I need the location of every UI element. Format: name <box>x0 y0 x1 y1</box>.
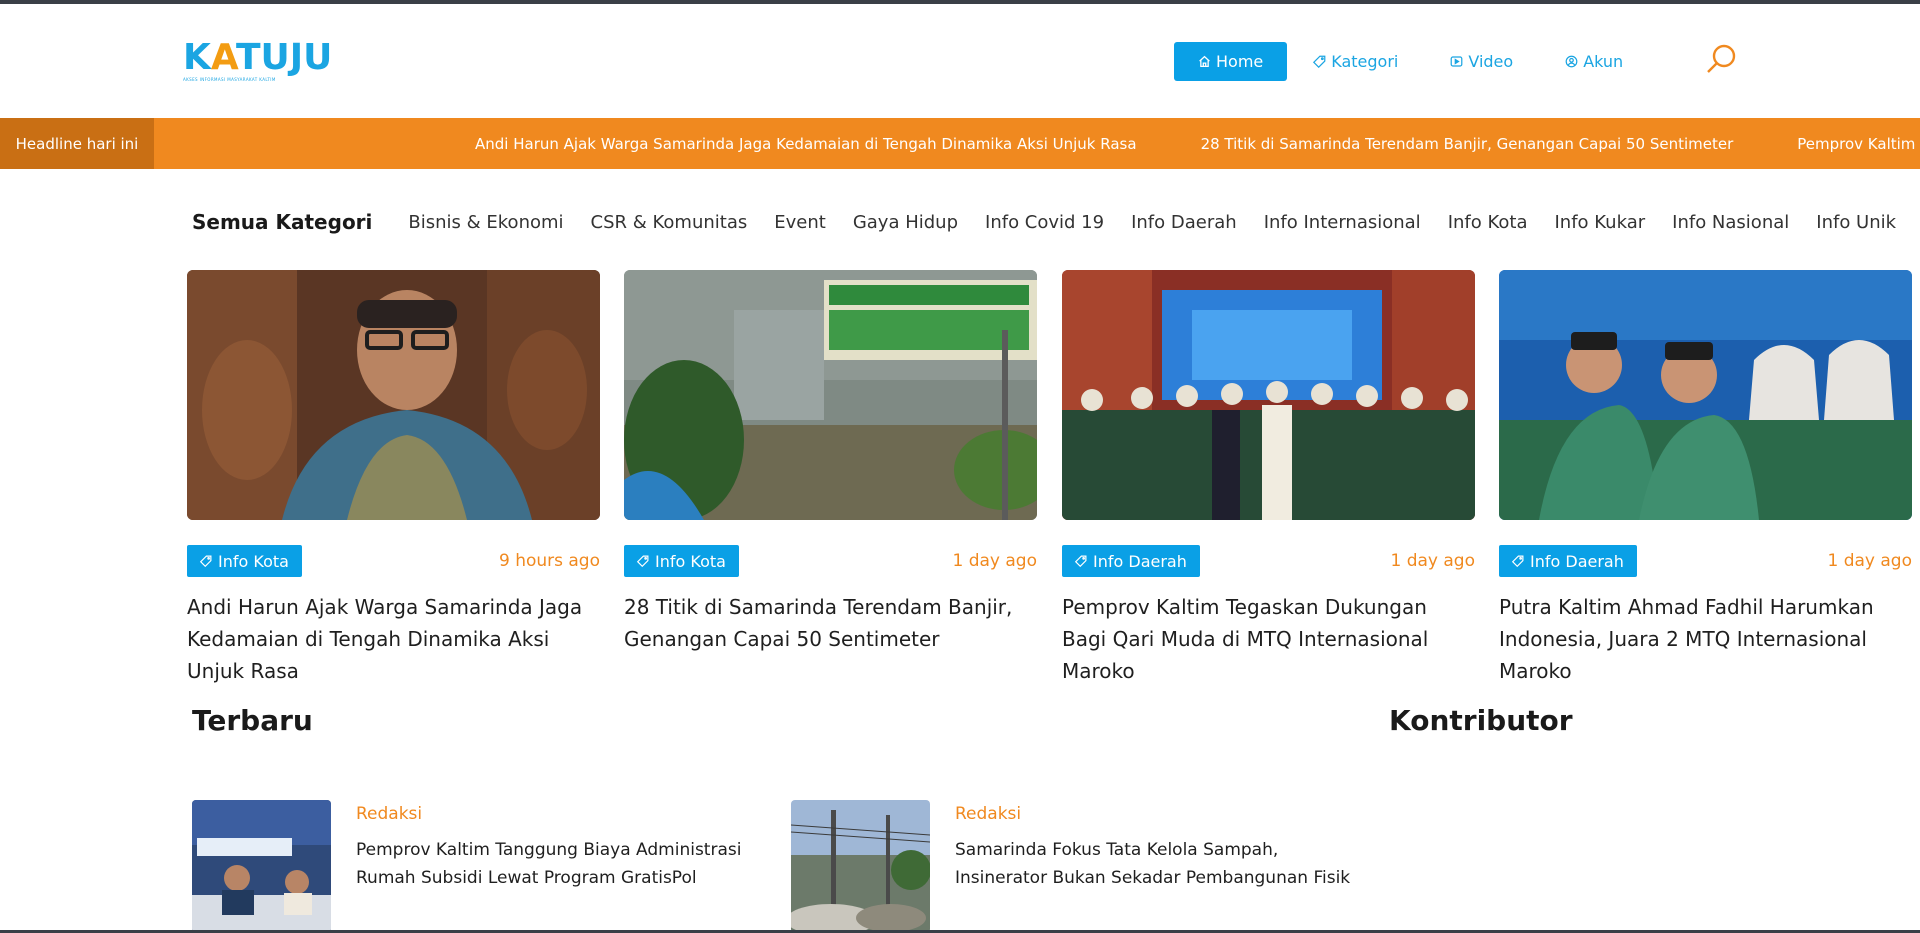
category-bar: Semua Kategori Bisnis & Ekonomi CSR & Ko… <box>192 208 1920 236</box>
card-time: 1 day ago <box>1390 551 1475 571</box>
category-item[interactable]: Gaya Hidup <box>853 212 958 233</box>
ticker-label: Headline hari ini <box>0 118 154 169</box>
card-time: 1 day ago <box>952 551 1037 571</box>
nav-home-label: Home <box>1216 52 1264 71</box>
card-meta: Info Kota 9 hours ago <box>187 545 600 577</box>
card-title[interactable]: 28 Titik di Samarinda Terendam Banjir, G… <box>624 591 1037 655</box>
top-border <box>0 0 1920 4</box>
ticker-item[interactable]: Pemprov Kaltim <box>1797 135 1915 153</box>
card-image[interactable] <box>624 270 1037 520</box>
tag-icon <box>1075 555 1087 567</box>
card-image[interactable] <box>1062 270 1475 520</box>
home-icon <box>1198 55 1211 68</box>
nav-video-label: Video <box>1468 52 1514 71</box>
featured-card[interactable]: Info Kota 9 hours ago Andi Harun Ajak Wa… <box>187 270 600 687</box>
video-icon <box>1450 55 1463 68</box>
tag-icon <box>1313 55 1326 68</box>
ticker-item[interactable]: 28 Titik di Samarinda Terendam Banjir, G… <box>1201 135 1734 153</box>
category-item[interactable]: Info Kukar <box>1554 212 1645 233</box>
search-button[interactable] <box>1706 44 1738 76</box>
category-item[interactable]: Event <box>774 212 826 233</box>
site-logo[interactable]: KATUJU AKSES INFORMASI MASYARAKAT KALTIM <box>183 37 333 83</box>
news-author[interactable]: Redaksi <box>955 804 1021 824</box>
category-badge[interactable]: Info Daerah <box>1062 545 1200 577</box>
badge-label: Info Daerah <box>1093 551 1187 571</box>
card-title[interactable]: Pemprov Kaltim Tegaskan Dukungan Bagi Qa… <box>1062 591 1475 687</box>
section-title-latest: Terbaru <box>192 704 313 737</box>
nav-video[interactable]: Video <box>1424 42 1539 81</box>
nav-akun-label: Akun <box>1583 52 1624 71</box>
main-nav: Home Kategori Video Akun <box>1174 42 1649 81</box>
badge-label: Info Kota <box>218 551 289 571</box>
card-image[interactable] <box>187 270 600 520</box>
badge-label: Info Kota <box>655 551 726 571</box>
headline-ticker: Andi Harun Ajak Warga Samarinda Jaga Ked… <box>0 118 1920 169</box>
latest-news-item[interactable]: Redaksi Pemprov Kaltim Tanggung Biaya Ad… <box>192 800 772 933</box>
tag-icon <box>1512 555 1524 567</box>
card-meta: Info Daerah 1 day ago <box>1499 545 1912 577</box>
featured-card[interactable]: Info Kota 1 day ago 28 Titik di Samarind… <box>624 270 1037 655</box>
card-title[interactable]: Putra Kaltim Ahmad Fadhil Harumkan Indon… <box>1499 591 1912 687</box>
tag-icon <box>200 555 212 567</box>
card-time: 1 day ago <box>1827 551 1912 571</box>
category-item[interactable]: Bisnis & Ekonomi <box>408 212 563 233</box>
category-badge[interactable]: Info Kota <box>624 545 739 577</box>
featured-card[interactable]: Info Daerah 1 day ago Pemprov Kaltim Teg… <box>1062 270 1475 687</box>
nav-home[interactable]: Home <box>1174 42 1288 81</box>
category-item[interactable]: Info Unik <box>1816 212 1896 233</box>
badge-label: Info Daerah <box>1530 551 1624 571</box>
user-icon <box>1565 55 1578 68</box>
logo-wordmark: KATUJU <box>183 37 333 78</box>
card-meta: Info Daerah 1 day ago <box>1062 545 1475 577</box>
category-item[interactable]: Info Kota <box>1448 212 1528 233</box>
ticker-item[interactable]: Andi Harun Ajak Warga Samarinda Jaga Ked… <box>475 135 1137 153</box>
card-image[interactable] <box>1499 270 1912 520</box>
card-meta: Info Kota 1 day ago <box>624 545 1037 577</box>
featured-card[interactable]: Info Daerah 1 day ago Putra Kaltim Ahmad… <box>1499 270 1912 687</box>
section-title-contributors: Kontributor <box>1389 704 1573 737</box>
news-title[interactable]: Pemprov Kaltim Tanggung Biaya Administra… <box>356 836 756 892</box>
category-item[interactable]: Info Internasional <box>1264 212 1421 233</box>
category-item[interactable]: Info Covid 19 <box>985 212 1104 233</box>
tag-icon <box>637 555 649 567</box>
category-badge[interactable]: Info Daerah <box>1499 545 1637 577</box>
category-item[interactable]: CSR & Komunitas <box>591 212 748 233</box>
news-title[interactable]: Samarinda Fokus Tata Kelola Sampah, Insi… <box>955 836 1355 892</box>
news-author[interactable]: Redaksi <box>356 804 422 824</box>
category-item[interactable]: Info Nasional <box>1672 212 1789 233</box>
category-item[interactable]: Info Daerah <box>1131 212 1237 233</box>
category-all[interactable]: Semua Kategori <box>192 210 372 234</box>
category-badge[interactable]: Info Kota <box>187 545 302 577</box>
search-icon <box>1707 44 1736 73</box>
nav-akun[interactable]: Akun <box>1539 42 1649 81</box>
card-time: 9 hours ago <box>498 551 600 571</box>
nav-kategori-label: Kategori <box>1331 52 1399 71</box>
nav-kategori[interactable]: Kategori <box>1287 42 1424 81</box>
news-thumbnail[interactable] <box>192 800 331 933</box>
card-title[interactable]: Andi Harun Ajak Warga Samarinda Jaga Ked… <box>187 591 600 687</box>
ticker-track: Andi Harun Ajak Warga Samarinda Jaga Ked… <box>475 118 1920 169</box>
news-thumbnail[interactable] <box>791 800 930 933</box>
latest-news-item[interactable]: Redaksi Samarinda Fokus Tata Kelola Samp… <box>791 800 1371 933</box>
